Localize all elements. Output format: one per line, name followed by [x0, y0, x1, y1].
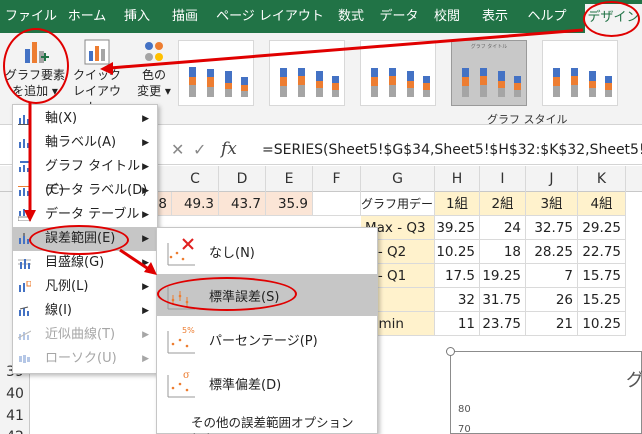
annotation-ring-add-chart-element: [3, 28, 69, 104]
annotation-arrow-design-to-add: [109, 28, 584, 70]
annotation-ring-error-bars: [29, 225, 129, 255]
annotation-overlay: [24, 28, 584, 275]
annotation-arrow-errorbars-to-standard-error: [119, 248, 151, 272]
annotation-arrowhead-2: [24, 210, 36, 222]
annotation-ring-standard-error: [157, 277, 297, 311]
annotation-arrowhead-1: [100, 62, 113, 75]
annotation-ring-design-tab: [583, 1, 640, 37]
